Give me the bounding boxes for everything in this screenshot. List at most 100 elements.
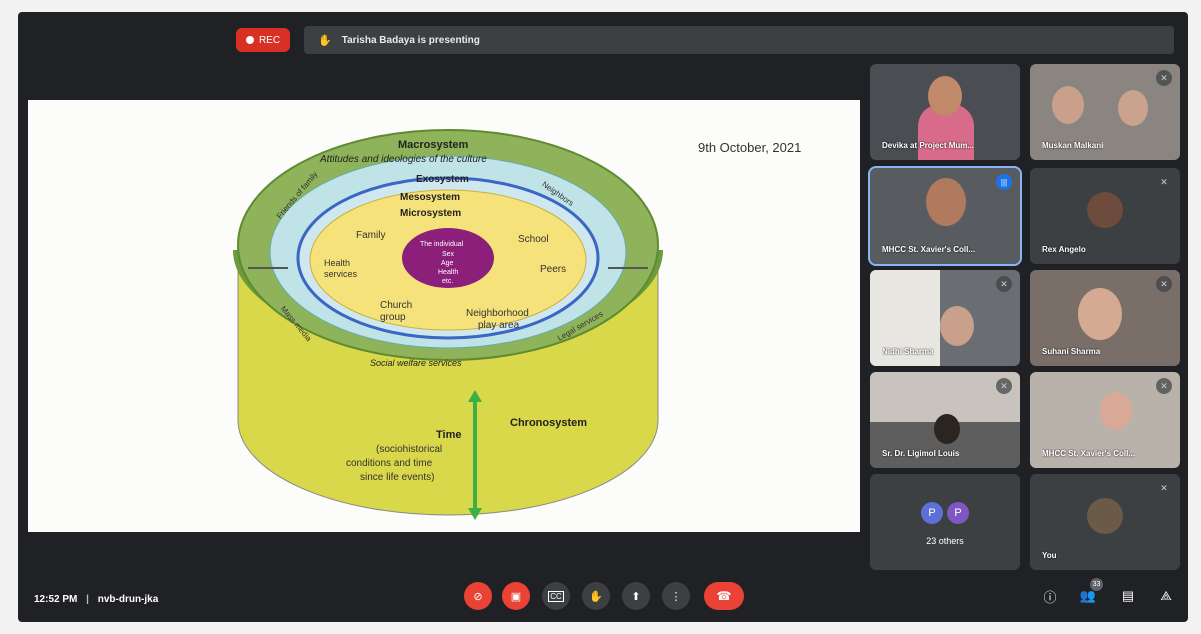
participant-tile[interactable]: ✕ Rex Angelo [1030, 168, 1180, 264]
time-sub-3: since life events) [360, 472, 434, 483]
mic-off-icon: ✕ [1156, 276, 1172, 292]
participant-name: Muskan Malkani [1042, 141, 1104, 150]
meet-window: REC ✋ Tarisha Badaya is presenting 9th O… [18, 12, 1188, 622]
participant-face [940, 306, 974, 346]
participant-face [1052, 86, 1084, 124]
raise-hand-button[interactable]: ✋ [582, 582, 610, 610]
participant-face [1100, 392, 1132, 430]
leave-call-button[interactable]: ☎ [704, 582, 744, 610]
health-services-label-1: Health [324, 258, 350, 268]
individual-label-1: The individual [420, 241, 464, 248]
others-count: 23 others [926, 536, 964, 546]
recording-label: REC [258, 34, 281, 46]
play-area-label-2: play area [478, 320, 520, 331]
people-count-badge: 33 [1090, 578, 1103, 591]
camera-off-icon: ▣ [510, 590, 522, 603]
participant-avatar [1087, 192, 1123, 228]
mic-off-icon: ⊘ [473, 590, 483, 603]
presenting-banner: ✋ Tarisha Badaya is presenting [304, 26, 1174, 54]
more-options-button[interactable]: ⋮ [662, 582, 690, 610]
present-screen-icon: ⬆ [631, 590, 641, 603]
participant-face [1118, 90, 1148, 126]
microsystem-label: Microsystem [400, 208, 461, 219]
mic-off-icon: ✕ [996, 276, 1012, 292]
chronosystem-label: Chronosystem [510, 417, 587, 429]
participant-tile[interactable]: ||| MHCC St. Xavier's Coll... [868, 166, 1022, 266]
present-button[interactable]: ⬆ [622, 582, 650, 610]
play-area-label-1: Neighborhood [466, 308, 529, 319]
mic-off-icon: ✕ [1156, 70, 1172, 86]
presenting-hand-icon: ✋ [318, 34, 332, 47]
participant-name: MHCC St. Xavier's Coll... [1042, 449, 1136, 458]
church-label-1: Church [380, 300, 412, 311]
participant-tile[interactable]: ✕ Suhani Sharma [1030, 270, 1180, 366]
church-label-2: group [380, 312, 406, 323]
activities-button[interactable]: ⟁ [1156, 586, 1176, 606]
family-label: Family [356, 230, 385, 241]
record-dot-icon [245, 36, 254, 44]
participant-name: MHCC St. Xavier's Coll... [882, 245, 976, 254]
participant-tile[interactable]: ✕ MHCC St. Xavier's Coll... [1030, 372, 1180, 468]
participant-name: Sr. Dr. Ligimol Louis [882, 449, 960, 458]
camera-toggle-button[interactable]: ▣ [502, 582, 530, 610]
ecological-systems-diagram: Macrosystem Attitudes and ideologies of … [233, 129, 663, 520]
mic-off-icon: ✕ [1156, 174, 1172, 190]
individual-label-5: etc. [442, 278, 453, 285]
participant-face [934, 414, 960, 444]
avatar [1087, 498, 1123, 534]
mesosystem-label: Mesosystem [400, 192, 460, 203]
recording-badge: REC [236, 28, 290, 52]
mic-toggle-button[interactable]: ⊘ [464, 582, 492, 610]
meeting-details-button[interactable]: ⓘ [1040, 586, 1060, 606]
individual-label-3: Age [441, 260, 454, 267]
separator: | [86, 594, 89, 605]
chat-icon: ▤ [1121, 588, 1135, 603]
avatar: P [921, 502, 943, 524]
raise-hand-icon: ✋ [589, 590, 603, 603]
participant-tile[interactable]: Devika at Project Mum... [870, 64, 1020, 160]
individual-label-4: Health [438, 269, 458, 276]
macro-subtitle: Attitudes and ideologies of the culture [319, 154, 487, 165]
shared-slide: 9th October, 2021 Macrosystem Attitudes … [28, 100, 860, 532]
clock-time: 12:52 PM [34, 594, 78, 605]
participant-name: You [1042, 551, 1057, 560]
slide-date: 9th October, 2021 [698, 140, 802, 155]
self-tile[interactable]: ✕ You [1030, 474, 1180, 570]
exosystem-label: Exosystem [416, 174, 469, 185]
macrosystem-label: Macrosystem [398, 139, 469, 151]
participant-name: Suhani Sharma [1042, 347, 1101, 356]
participant-tile[interactable]: ✕ Nidhi Sharma [870, 270, 1020, 366]
participant-face [926, 178, 966, 226]
avatar: P [947, 502, 969, 524]
more-options-icon: ⋮ [670, 590, 682, 603]
chat-button[interactable]: ▤ [1118, 586, 1138, 606]
school-label: School [518, 234, 549, 245]
participant-tile[interactable]: ✕ Sr. Dr. Ligimol Louis [870, 372, 1020, 468]
social-welfare-label: Social welfare services [370, 358, 462, 368]
leave-call-icon: ☎ [716, 589, 732, 603]
participant-name: Nidhi Sharma [882, 347, 934, 356]
meeting-info: 12:52 PM | nvb-drun-jka [34, 594, 158, 605]
participant-tile[interactable]: ✕ Muskan Malkani [1030, 64, 1180, 160]
meeting-code: nvb-drun-jka [97, 594, 159, 605]
mic-off-icon: ✕ [1156, 480, 1172, 496]
info-icon: ⓘ [1043, 589, 1057, 605]
mic-off-icon: ✕ [1156, 378, 1172, 394]
participant-face [928, 76, 962, 116]
presenting-text: Tarisha Badaya is presenting [341, 34, 480, 46]
captions-icon: CC [548, 590, 564, 602]
peers-label: Peers [540, 264, 566, 275]
individual-label-2: Sex [442, 251, 455, 258]
mic-off-icon: ✕ [996, 378, 1012, 394]
time-sub-2: conditions and time [346, 458, 433, 469]
others-tile[interactable]: P P 23 others [870, 474, 1020, 570]
time-label: Time [436, 429, 461, 441]
health-services-label-2: services [324, 269, 358, 279]
participant-name: Devika at Project Mum... [882, 141, 975, 150]
speaking-indicator-icon: ||| [996, 174, 1012, 190]
participant-name: Rex Angelo [1042, 245, 1086, 254]
activities-icon: ⟁ [1160, 588, 1172, 603]
time-sub-1: (sociohistorical [376, 444, 442, 455]
captions-button[interactable]: CC [542, 582, 570, 610]
participant-face [1078, 288, 1122, 340]
